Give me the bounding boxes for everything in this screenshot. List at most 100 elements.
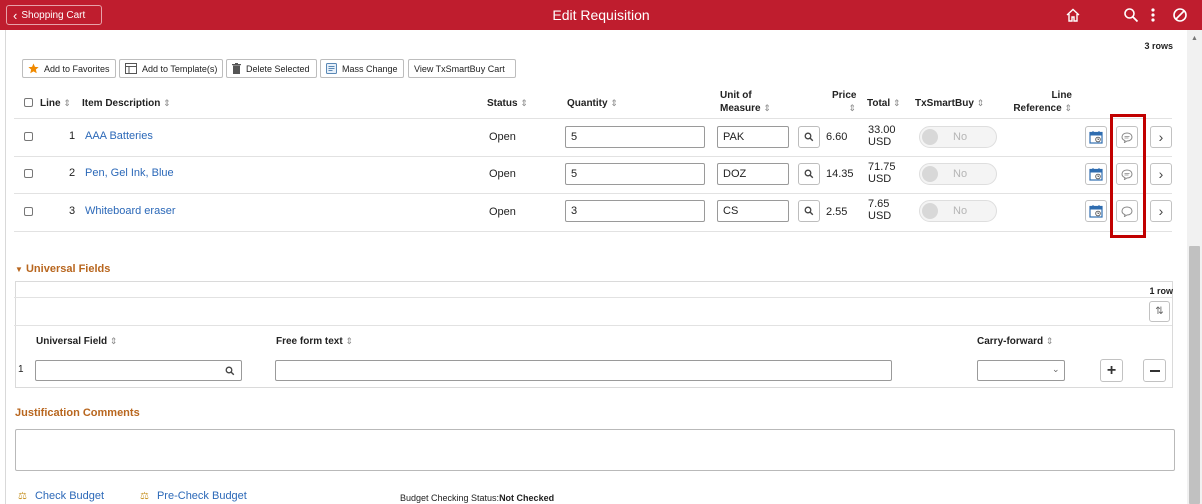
quantity-column-header[interactable]: Quantity ⇕ bbox=[567, 97, 618, 110]
row-select-checkbox[interactable] bbox=[24, 207, 33, 216]
sort-icon: ⇕ bbox=[163, 98, 171, 108]
toggle-knob bbox=[922, 129, 938, 145]
calendar-icon bbox=[1089, 168, 1103, 181]
pre-check-budget-link[interactable]: ⚖ Pre-Check Budget bbox=[140, 490, 247, 502]
quantity-input[interactable]: 3 bbox=[565, 200, 705, 222]
row-divider bbox=[14, 193, 1172, 194]
select-all-checkbox[interactable] bbox=[24, 98, 33, 107]
delete-selected-button[interactable]: Delete Selected bbox=[226, 59, 317, 78]
row-select-checkbox[interactable] bbox=[24, 132, 33, 141]
add-to-templates-button[interactable]: Add to Template(s) bbox=[119, 59, 223, 78]
sort-icon: ⇕ bbox=[345, 336, 354, 346]
line-details-button[interactable]: › bbox=[1150, 200, 1172, 222]
chevron-right-icon: › bbox=[1158, 129, 1164, 145]
toggle-label: No bbox=[953, 168, 968, 180]
price-value: 2.55 bbox=[826, 206, 848, 218]
schedule-calendar-button[interactable] bbox=[1085, 200, 1107, 222]
free-form-text-input[interactable] bbox=[275, 360, 892, 381]
add-to-favorites-button[interactable]: Add to Favorites bbox=[22, 59, 116, 78]
line-details-button[interactable]: › bbox=[1150, 126, 1172, 148]
quantity-input[interactable]: 5 bbox=[565, 126, 705, 148]
item-description-link[interactable]: Pen, Gel Ink, Blue bbox=[85, 167, 174, 179]
txsmartbuy-toggle[interactable]: No bbox=[919, 200, 997, 222]
view-txsmartbuy-cart-button[interactable]: View TxSmartBuy Cart bbox=[408, 59, 516, 78]
free-form-text-column-header[interactable]: Free form text ⇕ bbox=[276, 335, 353, 348]
universal-field-column-header[interactable]: Universal Field ⇕ bbox=[36, 335, 117, 348]
budget-checking-status: Budget Checking Status:Not Checked bbox=[400, 493, 554, 503]
more-actions-icon[interactable] bbox=[1142, 4, 1164, 26]
txsmartbuy-header-label: TxSmartBuy bbox=[915, 98, 974, 109]
line-reference-header-label-line2: Reference bbox=[1013, 103, 1062, 114]
status-column-header[interactable]: Status ⇕ bbox=[487, 97, 528, 110]
total-amount: 33.00 bbox=[868, 124, 896, 136]
schedule-calendar-button[interactable] bbox=[1085, 163, 1107, 185]
unit-of-measure-input[interactable]: CS bbox=[717, 200, 789, 222]
quantity-header-label: Quantity bbox=[567, 98, 608, 109]
uom-lookup-button[interactable] bbox=[798, 163, 820, 185]
scrollbar-thumb[interactable] bbox=[1189, 246, 1200, 504]
unit-of-measure-column-header[interactable]: Unit of Measure ⇕ bbox=[720, 90, 771, 115]
txsmartbuy-column-header[interactable]: TxSmartBuy ⇕ bbox=[915, 97, 984, 110]
search-icon bbox=[804, 206, 814, 216]
delete-row-button[interactable] bbox=[1143, 359, 1166, 382]
toggle-knob bbox=[922, 203, 938, 219]
justification-comments-textarea[interactable] bbox=[15, 429, 1175, 471]
line-number: 1 bbox=[69, 130, 76, 142]
trash-icon bbox=[232, 63, 241, 74]
universal-field-input[interactable] bbox=[35, 360, 242, 381]
item-description-column-header[interactable]: Item Description ⇕ bbox=[82, 97, 171, 110]
sort-icon: ⇅ bbox=[1155, 306, 1164, 317]
item-description-link[interactable]: Whiteboard eraser bbox=[85, 205, 176, 217]
universal-rows-count: 1 row bbox=[1149, 286, 1173, 296]
txsmartbuy-toggle[interactable]: No bbox=[919, 163, 997, 185]
total-currency: USD bbox=[868, 173, 892, 185]
row-select-checkbox[interactable] bbox=[24, 169, 33, 178]
universal-fields-section-toggle[interactable]: ▼ Universal Fields bbox=[15, 263, 110, 275]
schedule-calendar-button[interactable] bbox=[1085, 126, 1107, 148]
total-currency: USD bbox=[868, 136, 892, 148]
search-icon[interactable] bbox=[1120, 4, 1142, 26]
uom-lookup-button[interactable] bbox=[798, 126, 820, 148]
budget-check-icon: ⚖ bbox=[140, 490, 149, 502]
back-to-shopping-cart-button[interactable]: ‹ Shopping Cart bbox=[6, 5, 102, 25]
sort-icon: ⇕ bbox=[763, 103, 771, 113]
carry-forward-header-label: Carry-forward bbox=[977, 336, 1044, 347]
line-column-header[interactable]: Line ⇕ bbox=[40, 97, 71, 110]
add-to-templates-label: Add to Template(s) bbox=[142, 63, 218, 74]
caret-down-icon: ▼ bbox=[15, 265, 23, 274]
toggle-knob bbox=[922, 166, 938, 182]
unit-of-measure-input[interactable]: PAK bbox=[717, 126, 789, 148]
quantity-input[interactable]: 5 bbox=[565, 163, 705, 185]
total-amount: 7.65 bbox=[868, 198, 890, 210]
add-row-button[interactable]: + bbox=[1100, 359, 1123, 382]
sort-icon: ⇕ bbox=[63, 98, 71, 108]
uom-lookup-button[interactable] bbox=[798, 200, 820, 222]
item-description-link[interactable]: AAA Batteries bbox=[85, 130, 153, 142]
search-icon[interactable] bbox=[225, 366, 235, 376]
total-column-header[interactable]: Total ⇕ bbox=[867, 97, 900, 110]
sort-rows-button[interactable]: ⇅ bbox=[1149, 301, 1170, 322]
minus-icon bbox=[1149, 369, 1160, 372]
txsmartbuy-toggle[interactable]: No bbox=[919, 126, 997, 148]
vertical-scrollbar[interactable]: ▲ bbox=[1187, 30, 1202, 504]
price-column-header[interactable]: Price ⇕ bbox=[832, 90, 856, 115]
line-reference-column-header[interactable]: Line Reference ⇕ bbox=[1010, 90, 1072, 115]
price-value: 14.35 bbox=[826, 168, 854, 180]
no-entry-icon[interactable] bbox=[1169, 4, 1191, 26]
unit-of-measure-input[interactable]: DOZ bbox=[717, 163, 789, 185]
price-header-label: Price bbox=[832, 90, 857, 101]
home-icon[interactable] bbox=[1062, 4, 1084, 26]
search-icon bbox=[804, 132, 814, 142]
sort-icon: ⇕ bbox=[1064, 103, 1072, 113]
carry-forward-column-header[interactable]: Carry-forward ⇕ bbox=[977, 335, 1053, 348]
template-icon bbox=[125, 63, 137, 74]
calendar-icon bbox=[1089, 131, 1103, 144]
pre-check-budget-label: Pre-Check Budget bbox=[156, 490, 247, 502]
line-header-label: Line bbox=[40, 98, 61, 109]
check-budget-link[interactable]: ⚖ Check Budget bbox=[18, 490, 104, 502]
chevron-down-icon[interactable]: ⌄ bbox=[1052, 364, 1060, 375]
mass-change-button[interactable]: Mass Change bbox=[320, 59, 404, 78]
grid-divider bbox=[14, 297, 1172, 298]
scroll-up-arrow-icon[interactable]: ▲ bbox=[1191, 35, 1198, 42]
line-details-button[interactable]: › bbox=[1150, 163, 1172, 185]
